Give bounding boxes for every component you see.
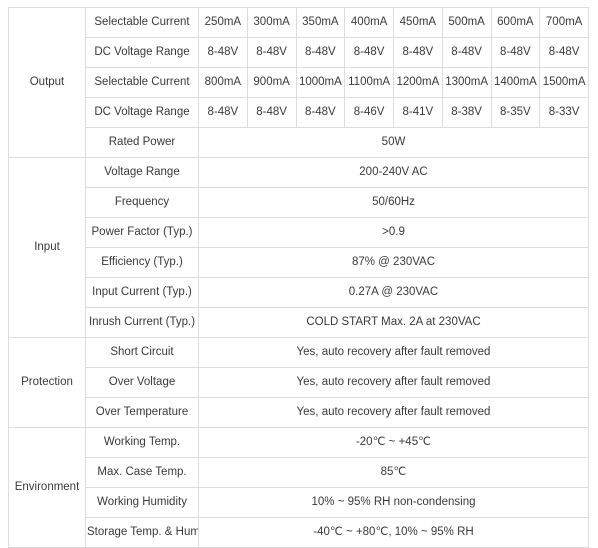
table-row: Max. Case Temp. 85℃: [9, 457, 589, 488]
table-row: Output Selectable Current 250mA 300mA 350mA 4…: [8, 7, 589, 158]
table-row: Inrush Current (Typ.) COLD START Max. 2A …: [9, 307, 589, 338]
value-cell: Yes, auto recovery after fault removed: [198, 397, 589, 428]
parameter-label-cell: Rated Power: [85, 127, 199, 158]
table-row: Input Voltage Range 200-240V AC: [8, 157, 589, 338]
table-row: Rated Power 50W: [9, 127, 589, 158]
parameter-label-cell: DC Voltage Range: [85, 37, 199, 68]
parameter-label-cell: DC Voltage Range: [85, 97, 199, 128]
value-cell: 8-48V: [344, 37, 394, 68]
value-cell: >0.9: [198, 217, 589, 248]
table-row: Over Voltage Yes, auto recovery after fau…: [9, 367, 589, 398]
value-cell: 600mA: [490, 7, 541, 38]
value-cell: 1200mA: [393, 67, 443, 98]
category-cell: Output: [8, 7, 86, 158]
value-cell: Yes, auto recovery after fault removed: [198, 367, 589, 398]
value-cell: COLD START Max. 2A at 230VAC: [198, 307, 589, 338]
table-row: Over Temperature Yes, auto recovery after…: [9, 397, 589, 428]
value-cell: 8-33V: [539, 97, 589, 128]
value-cell: 50W: [198, 127, 589, 158]
specification-table: Output Selectable Current 250mA 300mA 350mA 4…: [8, 7, 589, 548]
parameter-label-cell: Storage Temp. & Humidity: [85, 517, 199, 548]
table-row: Efficiency (Typ.) 87% @ 230VAC: [9, 247, 589, 278]
value-cell: 8-48V: [295, 97, 346, 128]
value-cell: 500mA: [441, 7, 492, 38]
parameter-label-cell: Efficiency (Typ.): [85, 247, 199, 278]
table-row: Selectable Current 800mA 900mA 1000mA 1100mA…: [9, 67, 589, 98]
value-cell: 900mA: [246, 67, 297, 98]
table-row: Frequency 50/60Hz: [9, 187, 589, 218]
table-row: DC Voltage Range 8-48V 8-48V 8-48V 8-48V 8-48…: [9, 37, 589, 68]
category-cell: Input: [8, 157, 86, 338]
value-cell: 1100mA: [344, 67, 394, 98]
value-cell: 800mA: [198, 67, 248, 98]
value-cell: Yes, auto recovery after fault removed: [198, 337, 589, 368]
specification-sheet: Output Selectable Current 250mA 300mA 350mA 4…: [8, 7, 589, 548]
value-cell: 8-41V: [393, 97, 443, 128]
value-cell: 8-48V: [295, 37, 346, 68]
value-cell: 8-48V: [490, 37, 541, 68]
parameter-label-cell: Max. Case Temp.: [85, 457, 199, 488]
value-cell: 1000mA: [295, 67, 346, 98]
value-cell: 250mA: [198, 7, 248, 38]
parameter-label-cell: Over Temperature: [85, 397, 199, 428]
value-cell: 0.27A @ 230VAC: [198, 277, 589, 308]
value-cell: 50/60Hz: [198, 187, 589, 218]
specification-table-body: Output Selectable Current 250mA 300mA 350mA 4…: [8, 7, 589, 548]
value-cell: 8-48V: [246, 37, 297, 68]
value-cell: 85℃: [198, 457, 589, 488]
value-cell: 8-46V: [344, 97, 394, 128]
value-cell: 8-35V: [490, 97, 541, 128]
value-cell: -20℃ ~ +45℃: [198, 427, 589, 458]
parameter-label-cell: Inrush Current (Typ.): [85, 307, 199, 338]
parameter-label-cell: Selectable Current: [85, 67, 199, 98]
value-cell: 10% ~ 95% RH non-condensing: [198, 487, 589, 518]
parameter-label-cell: Frequency: [85, 187, 199, 218]
value-cell: 87% @ 230VAC: [198, 247, 589, 278]
table-row: Working Humidity 10% ~ 95% RH non-condens…: [9, 487, 589, 518]
value-cell: 1500mA: [539, 67, 589, 98]
parameter-label-cell: Power Factor (Typ.): [85, 217, 199, 248]
value-cell: 1400mA: [490, 67, 541, 98]
table-row: Environment Working Temp. -20℃ ~ +45℃: [8, 427, 589, 548]
value-cell: 200-240V AC: [198, 157, 589, 188]
value-cell: 450mA: [393, 7, 443, 38]
value-cell: 8-48V: [393, 37, 443, 68]
parameter-label-cell: Working Humidity: [85, 487, 199, 518]
value-cell: 400mA: [344, 7, 394, 38]
value-cell: 700mA: [539, 7, 589, 38]
table-row: Storage Temp. & Humidity-40℃ ~ +80℃, 10%…: [9, 517, 589, 548]
value-cell: 8-48V: [441, 37, 492, 68]
parameter-label-cell: Voltage Range: [85, 157, 199, 188]
value-cell: 350mA: [295, 7, 346, 38]
value-cell: 1300mA: [441, 67, 492, 98]
value-cell: 8-38V: [441, 97, 492, 128]
parameter-label-cell: Working Temp.: [85, 427, 199, 458]
value-cell: -40℃ ~ +80℃, 10% ~ 95% RH: [198, 517, 589, 548]
category-cell: Environment: [8, 427, 86, 548]
parameter-label-cell: Short Circuit: [85, 337, 199, 368]
parameter-label-cell: Input Current (Typ.): [85, 277, 199, 308]
table-row: DC Voltage Range 8-48V 8-48V 8-48V 8-46V 8-41…: [9, 97, 589, 128]
table-row: Input Current (Typ.) 0.27A @ 230VAC: [9, 277, 589, 308]
value-cell: 300mA: [246, 7, 297, 38]
parameter-label-cell: Over Voltage: [85, 367, 199, 398]
parameter-label-cell: Selectable Current: [85, 7, 199, 38]
value-cell: 8-48V: [198, 37, 248, 68]
value-cell: 8-48V: [539, 37, 589, 68]
table-row: Power Factor (Typ.) >0.9: [9, 217, 589, 248]
table-row: Protection Short Circuit Yes, auto recover…: [8, 337, 589, 428]
value-cell: 8-48V: [198, 97, 248, 128]
category-cell: Protection: [8, 337, 86, 428]
value-cell: 8-48V: [246, 97, 297, 128]
